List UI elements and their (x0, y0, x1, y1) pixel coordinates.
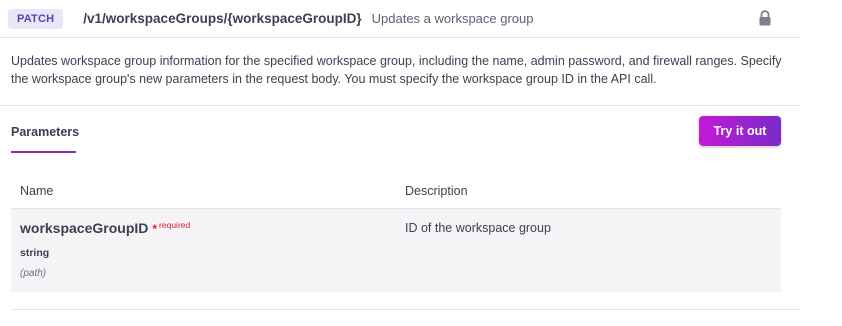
bottom-divider (11, 309, 800, 310)
operation-summary: Updates a workspace group (371, 11, 534, 26)
try-it-out-button[interactable]: Try it out (699, 116, 781, 146)
lock-icon[interactable] (758, 10, 772, 26)
parameter-location: (path) (20, 268, 47, 279)
table-header: Name Description (11, 173, 781, 209)
parameter-description: ID of the workspace group (405, 221, 551, 235)
required-label: required (159, 220, 191, 230)
tab-parameters[interactable]: Parameters (11, 125, 79, 139)
section-divider (0, 105, 800, 106)
column-header-description: Description (405, 183, 468, 198)
parameter-type: string (20, 247, 50, 259)
operation-path: /v1/workspaceGroups/{workspaceGroupID} (83, 11, 362, 26)
parameters-table: Name Description workspaceGroupID * requir… (11, 173, 781, 292)
active-tab-indicator (11, 151, 76, 153)
parameter-name-cell: workspaceGroupID * required string (path) (11, 209, 405, 279)
method-badge: PATCH (8, 8, 64, 29)
parameter-name: workspaceGroupID (20, 220, 149, 236)
column-header-name: Name (20, 183, 54, 198)
table-row: workspaceGroupID * required string (path) … (11, 209, 781, 292)
operation-header[interactable]: PATCH /v1/workspaceGroups/{workspaceGrou… (0, 0, 800, 38)
required-marker: * (152, 222, 158, 236)
operation-description: Updates workspace group information for … (11, 54, 782, 86)
